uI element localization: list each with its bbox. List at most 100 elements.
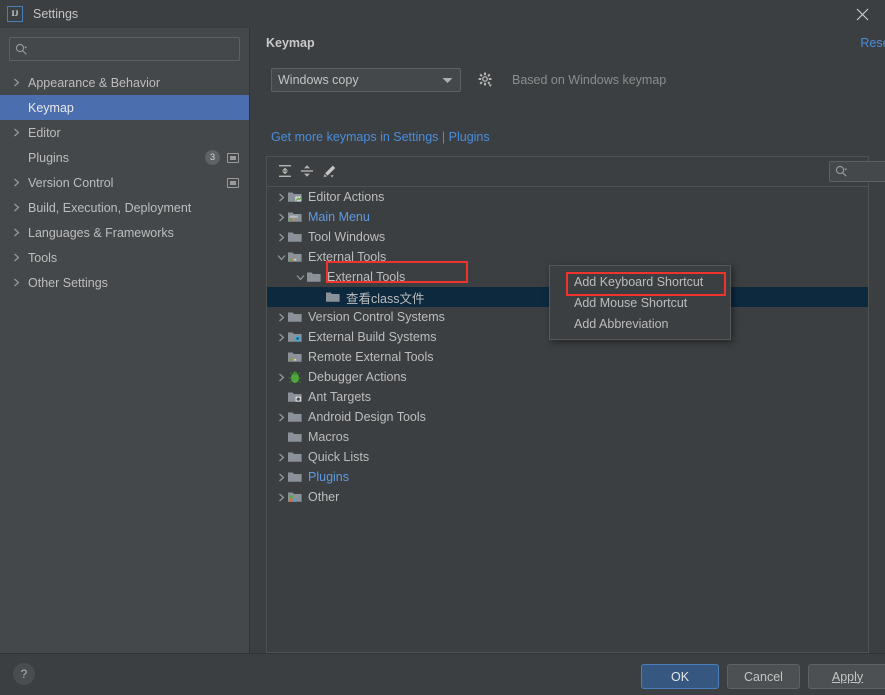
page-title: Keymap: [266, 36, 315, 50]
sidebar-item-keymap[interactable]: Keymap: [0, 95, 249, 120]
chevron-right-icon[interactable]: [275, 493, 287, 502]
search-icon: [835, 165, 848, 178]
sidebar-item-plugins[interactable]: Plugins 3: [0, 145, 249, 170]
ok-button[interactable]: OK: [641, 664, 719, 689]
reset-link[interactable]: Reset: [860, 36, 885, 50]
cancel-button[interactable]: Cancel: [727, 664, 800, 689]
chevron-right-icon[interactable]: [10, 278, 23, 287]
expand-all-icon[interactable]: [274, 160, 296, 182]
sidebar-item-extras: [227, 170, 239, 195]
folder-build-icon: [287, 329, 303, 345]
search-icon: [15, 43, 28, 56]
keymap-dropdown-value: Windows copy: [278, 73, 359, 87]
tree-row[interactable]: Ant Targets: [267, 387, 868, 407]
gear-icon[interactable]: [478, 72, 494, 88]
tree-row-label: Ant Targets: [308, 390, 372, 404]
sidebar-badge: 3: [205, 150, 220, 165]
tree-row-label: Main Menu: [308, 210, 370, 224]
sidebar-item-appearance-behavior[interactable]: Appearance & Behavior: [0, 70, 249, 95]
chevron-right-icon[interactable]: [275, 233, 287, 242]
chevron-right-icon[interactable]: [10, 78, 23, 87]
chevron-right-icon[interactable]: [10, 178, 23, 187]
settings-search-input[interactable]: [9, 37, 240, 61]
chevron-right-icon[interactable]: [275, 333, 287, 342]
sidebar-item-languages-frameworks[interactable]: Languages & Frameworks: [0, 220, 249, 245]
context-menu-item-label: Add Abbreviation: [574, 316, 669, 331]
tree-row-label: Editor Actions: [308, 190, 385, 204]
tree-row-label: Other: [308, 490, 340, 504]
chevron-right-icon[interactable]: [10, 203, 23, 212]
tree-row[interactable]: Android Design Tools: [267, 407, 868, 427]
folder-icon: [287, 429, 303, 445]
window-titlebar: IJ Settings: [0, 0, 885, 28]
close-icon[interactable]: [839, 0, 885, 28]
tree-row[interactable]: Tool Windows: [267, 227, 868, 247]
folder-icon: [287, 469, 303, 485]
tree-row-label: Macros: [308, 430, 349, 444]
chevron-down-icon: [442, 73, 453, 87]
tree-row[interactable]: Quick Lists: [267, 447, 868, 467]
tree-row[interactable]: Remote External Tools: [267, 347, 868, 367]
folder-icon: [287, 309, 303, 325]
sidebar-item-tools[interactable]: Tools: [0, 245, 249, 270]
folder-ant-icon: [287, 389, 303, 405]
based-on-label: Based on Windows keymap: [512, 73, 667, 87]
get-more-keymaps-link[interactable]: Get more keymaps in Settings | Plugins: [271, 130, 490, 144]
chevron-right-icon[interactable]: [275, 453, 287, 462]
chevron-right-icon[interactable]: [275, 373, 287, 382]
project-scope-icon: [227, 152, 239, 163]
context-menu-item[interactable]: Add Mouse Shortcut: [550, 292, 730, 313]
tree-row-label: Android Design Tools: [308, 410, 426, 424]
tree-row-label: External Tools: [327, 270, 406, 284]
collapse-all-icon[interactable]: [296, 160, 318, 182]
keymap-search-input[interactable]: [829, 161, 885, 182]
keymap-action-tree: Editor Actions Main Menu Tool Windows Exter…: [267, 186, 868, 652]
tree-row-label: External Build Systems: [308, 330, 437, 344]
chevron-right-icon[interactable]: [275, 193, 287, 202]
folder-tools-icon: [287, 349, 303, 365]
sidebar-item-label: Tools: [28, 250, 58, 265]
chevron-right-icon[interactable]: [275, 213, 287, 222]
folder-tools-icon: [287, 249, 303, 265]
chevron-down-icon[interactable]: [294, 274, 306, 281]
sidebar-nav-list: Appearance & Behavior Keymap Editor Plugins…: [0, 70, 249, 295]
get-more-keymaps-text: Get more keymaps in Settings: [271, 130, 439, 144]
tree-row[interactable]: Main Menu: [267, 207, 868, 227]
tree-row-label: Debugger Actions: [308, 370, 407, 384]
sidebar-item-editor[interactable]: Editor: [0, 120, 249, 145]
context-menu-item[interactable]: Add Abbreviation: [550, 313, 730, 334]
apply-button-label: Apply: [831, 669, 864, 684]
chevron-down-icon[interactable]: [275, 254, 287, 261]
folder-menu-icon: [287, 209, 303, 225]
tree-row[interactable]: Debugger Actions: [267, 367, 868, 387]
folder-icon: [287, 449, 303, 465]
help-button[interactable]: ?: [13, 663, 35, 685]
sidebar-item-label: Plugins: [28, 150, 69, 165]
chevron-right-icon[interactable]: [275, 473, 287, 482]
chevron-right-icon[interactable]: [10, 228, 23, 237]
tree-row-label: Quick Lists: [308, 450, 370, 464]
sidebar-search-wrap: [9, 37, 240, 61]
apply-button[interactable]: Apply: [808, 664, 885, 689]
tree-row[interactable]: External Tools: [267, 247, 868, 267]
edit-shortcut-icon[interactable]: [318, 160, 340, 182]
chevron-right-icon[interactable]: [10, 128, 23, 137]
tree-row[interactable]: Other: [267, 487, 868, 507]
sidebar-item-other-settings[interactable]: Other Settings: [0, 270, 249, 295]
folder-editor-icon: [287, 189, 303, 205]
sidebar-item-version-control[interactable]: Version Control: [0, 170, 249, 195]
keymap-dropdown[interactable]: Windows copy: [271, 68, 461, 92]
sidebar-item-label: Editor: [28, 125, 61, 140]
keymap-tree-container: Editor Actions Main Menu Tool Windows Exter…: [266, 156, 885, 653]
plugins-link[interactable]: Plugins: [449, 130, 490, 144]
project-scope-icon: [227, 177, 239, 188]
context-menu-item[interactable]: Add Keyboard Shortcut: [550, 271, 730, 292]
chevron-right-icon[interactable]: [275, 313, 287, 322]
tree-row[interactable]: Editor Actions: [267, 187, 868, 207]
tree-row[interactable]: Plugins: [267, 467, 868, 487]
tree-row[interactable]: Macros: [267, 427, 868, 447]
chevron-right-icon[interactable]: [275, 413, 287, 422]
chevron-right-icon[interactable]: [10, 253, 23, 262]
sidebar-item-label: Appearance & Behavior: [28, 75, 161, 90]
sidebar-item-build-execution-deployment[interactable]: Build, Execution, Deployment: [0, 195, 249, 220]
